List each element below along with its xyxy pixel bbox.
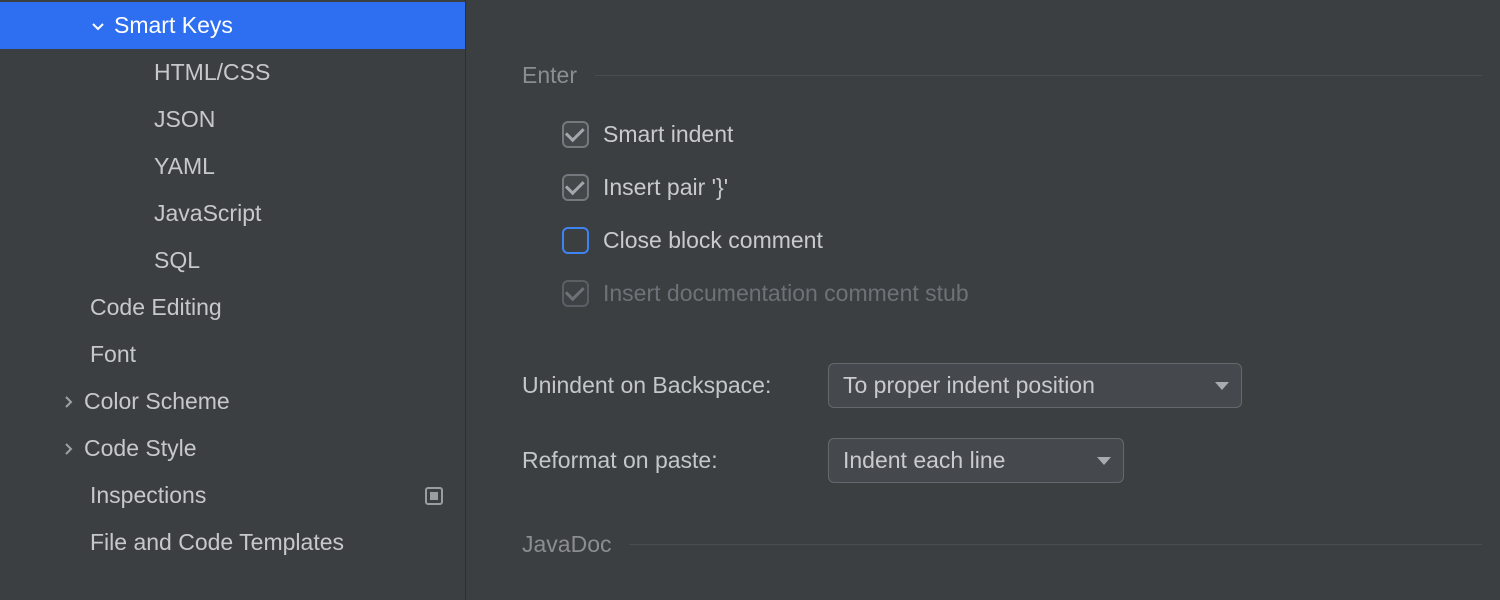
caret-down-icon: [1215, 382, 1229, 390]
checkbox-insert-pair[interactable]: Insert pair '}': [562, 174, 1482, 201]
checkbox-label: Smart indent: [603, 121, 733, 148]
row-reformat: Reformat on paste: Indent each line: [522, 438, 1482, 483]
sidebar-item-color-scheme[interactable]: Color Scheme: [0, 378, 465, 425]
form-label: Reformat on paste:: [522, 447, 828, 474]
sidebar-label: JSON: [154, 106, 215, 133]
checkbox-label: Insert pair '}': [603, 174, 728, 201]
form-label: Unindent on Backspace:: [522, 372, 828, 399]
checkbox-label: Insert documentation comment stub: [603, 280, 969, 307]
sidebar-item-javascript[interactable]: JavaScript: [0, 190, 465, 237]
divider: [629, 544, 1482, 545]
checkbox-label: Close block comment: [603, 227, 823, 254]
sidebar-label: File and Code Templates: [90, 529, 344, 556]
sidebar-item-yaml[interactable]: YAML: [0, 143, 465, 190]
sidebar-item-sql[interactable]: SQL: [0, 237, 465, 284]
sidebar-label: Color Scheme: [84, 388, 230, 415]
settings-window: Smart Keys HTML/CSS JSON YAML JavaScript…: [0, 0, 1500, 600]
sidebar-item-code-style[interactable]: Code Style: [0, 425, 465, 472]
sidebar-item-html-css[interactable]: HTML/CSS: [0, 49, 465, 96]
divider: [595, 75, 1482, 76]
sidebar-label: HTML/CSS: [154, 59, 270, 86]
checkbox-icon: [562, 174, 589, 201]
chevron-down-icon: [90, 18, 106, 34]
sidebar-label: Code Style: [84, 435, 197, 462]
checkbox-icon: [562, 280, 589, 307]
settings-panel: Enter Smart indent Insert pair '}' Close…: [466, 0, 1500, 600]
checkbox-icon: [562, 121, 589, 148]
checkbox-icon: [562, 227, 589, 254]
sidebar-label: YAML: [154, 153, 215, 180]
project-level-icon: [425, 487, 443, 505]
sidebar-item-font[interactable]: Font: [0, 331, 465, 378]
sidebar-label: Smart Keys: [114, 12, 233, 39]
sidebar-label: SQL: [154, 247, 200, 274]
chevron-right-icon: [60, 441, 76, 457]
sidebar: Smart Keys HTML/CSS JSON YAML JavaScript…: [0, 0, 466, 600]
row-unindent: Unindent on Backspace: To proper indent …: [522, 363, 1482, 408]
select-reformat[interactable]: Indent each line: [828, 438, 1124, 483]
sidebar-label: Inspections: [90, 482, 206, 509]
select-value: To proper indent position: [843, 372, 1095, 399]
chevron-right-icon: [60, 394, 76, 410]
select-unindent[interactable]: To proper indent position: [828, 363, 1242, 408]
sidebar-item-code-editing[interactable]: Code Editing: [0, 284, 465, 331]
sidebar-item-json[interactable]: JSON: [0, 96, 465, 143]
checkbox-doc-stub: Insert documentation comment stub: [562, 280, 1482, 307]
sidebar-item-smart-keys[interactable]: Smart Keys: [0, 2, 465, 49]
sidebar-item-inspections[interactable]: Inspections: [0, 472, 465, 519]
checkbox-close-block-comment[interactable]: Close block comment: [562, 227, 1482, 254]
select-value: Indent each line: [843, 447, 1005, 474]
section-javadoc: JavaDoc: [522, 531, 1482, 558]
sidebar-item-file-templates[interactable]: File and Code Templates: [0, 519, 465, 566]
checkbox-smart-indent[interactable]: Smart indent: [562, 121, 1482, 148]
sidebar-label: Font: [90, 341, 136, 368]
section-enter: Enter: [522, 62, 1482, 89]
sidebar-label: JavaScript: [154, 200, 261, 227]
section-title: Enter: [522, 62, 577, 89]
sidebar-label: Code Editing: [90, 294, 222, 321]
section-title: JavaDoc: [522, 531, 611, 558]
caret-down-icon: [1097, 457, 1111, 465]
